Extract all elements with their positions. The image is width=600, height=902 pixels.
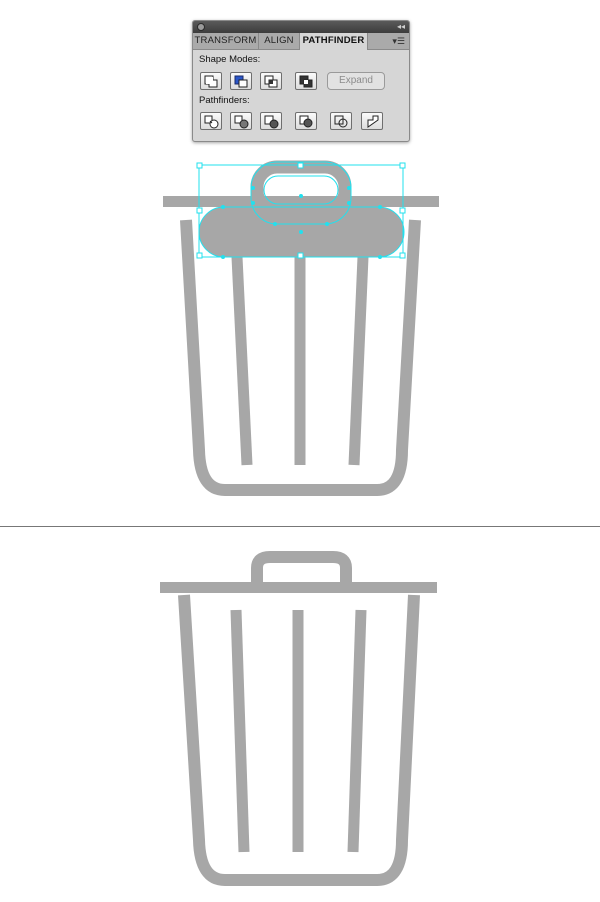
crop-icon: [299, 115, 313, 128]
merge-icon: [264, 115, 279, 129]
unite-icon: [204, 75, 218, 88]
exclude-icon: [299, 75, 313, 88]
trash-can-artwork-final: [160, 551, 437, 886]
panel-menu-icon[interactable]: ▾☰: [392, 36, 405, 46]
can-stripe-right[interactable]: [348, 256, 369, 466]
trim-icon: [234, 115, 249, 129]
expand-button[interactable]: Expand: [327, 72, 385, 90]
panel-titlebar[interactable]: ◂◂: [193, 21, 409, 33]
shape-modes-label: Shape Modes:: [199, 54, 261, 65]
trash-can-artwork-selected: [163, 160, 439, 496]
outline-button[interactable]: [330, 112, 352, 130]
tab-pathfinder[interactable]: PATHFINDER: [300, 33, 368, 50]
can-stripe-left[interactable]: [231, 256, 253, 466]
can-stripe-left: [230, 609, 250, 853]
divide-icon: [204, 115, 219, 129]
panel-tabs: TRANSFORM ALIGN PATHFINDER ▾☰: [193, 33, 409, 50]
exclude-button[interactable]: [295, 72, 317, 90]
pathfinders-label: Pathfinders:: [199, 95, 250, 106]
close-icon[interactable]: [197, 23, 205, 31]
crop-button[interactable]: [295, 112, 317, 130]
unite-button[interactable]: [200, 72, 222, 90]
lid-handle: [251, 551, 352, 582]
lid-bar: [160, 582, 437, 593]
can-stripe-right: [347, 609, 367, 853]
intersect-button[interactable]: [260, 72, 282, 90]
minus-back-icon: [367, 115, 379, 128]
collapse-panel-icon[interactable]: ◂◂: [397, 21, 405, 33]
tab-transform[interactable]: TRANSFORM: [193, 33, 259, 49]
minus-back-button[interactable]: [361, 112, 383, 130]
tab-align[interactable]: ALIGN: [259, 33, 300, 49]
merge-button[interactable]: [260, 112, 282, 130]
minus-front-icon: [234, 75, 248, 88]
section-divider: [0, 526, 600, 527]
outline-icon: [334, 115, 348, 128]
pathfinder-panel: ◂◂ TRANSFORM ALIGN PATHFINDER ▾☰ Shape M…: [192, 20, 410, 142]
divide-button[interactable]: [200, 112, 222, 130]
trim-button[interactable]: [230, 112, 252, 130]
minus-front-button[interactable]: [230, 72, 252, 90]
intersect-icon: [264, 75, 278, 88]
